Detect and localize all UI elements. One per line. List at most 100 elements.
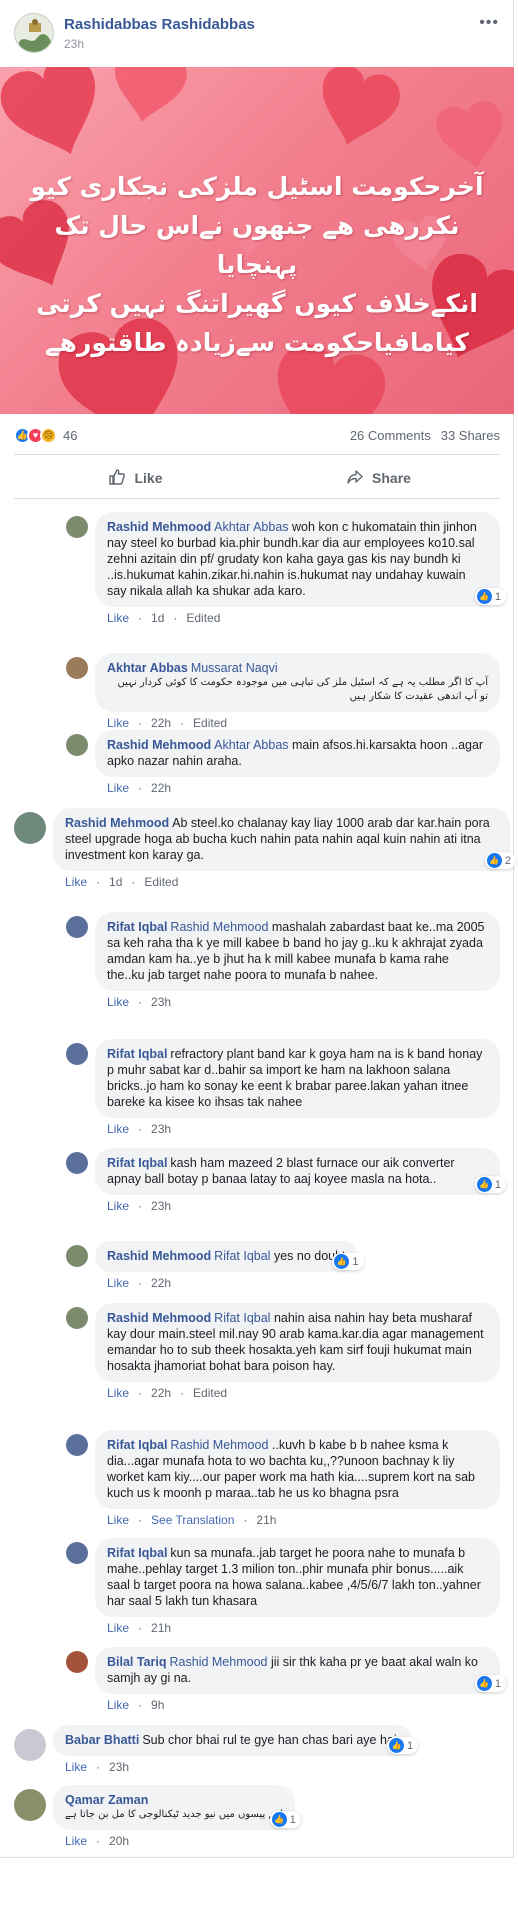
comment-like-link[interactable]: Like bbox=[65, 1760, 87, 1774]
comment-time[interactable]: 21h bbox=[151, 1621, 171, 1635]
commenter-avatar[interactable] bbox=[66, 516, 88, 538]
mentioned-user[interactable]: Mussarat Naqvi bbox=[191, 661, 278, 675]
share-button[interactable]: Share bbox=[257, 462, 500, 494]
comment-time[interactable]: 22h bbox=[151, 781, 171, 795]
comment-like-link[interactable]: Like bbox=[107, 781, 129, 795]
comment: Rashid Mehmood Rifat Iqbal nahin aisa nah… bbox=[66, 1303, 500, 1400]
comment-text: Sub chor bhai rul te gye han chas bari a… bbox=[142, 1733, 401, 1747]
comment-time[interactable]: 1d bbox=[151, 611, 164, 625]
like-button[interactable]: Like bbox=[14, 462, 257, 494]
comment-time[interactable]: 22h bbox=[151, 1386, 171, 1400]
commenter-name[interactable]: Rifat Iqbal bbox=[107, 1546, 167, 1560]
comment-meta: Like · 1d · Edited bbox=[65, 875, 510, 889]
comment-like-link[interactable]: Like bbox=[107, 611, 129, 625]
comment-like-link[interactable]: Like bbox=[107, 1698, 129, 1712]
like-label: Like bbox=[134, 470, 163, 486]
post-image[interactable]: آخرحکومت اسٹیل ملزکی نجکاری کیو نکررھی ھ… bbox=[0, 67, 514, 414]
mentioned-user[interactable]: Rifat Iqbal bbox=[214, 1311, 270, 1325]
edited-label[interactable]: Edited bbox=[193, 1386, 227, 1400]
comment-reaction-badge[interactable]: 👍 1 bbox=[474, 1675, 506, 1692]
comments-count[interactable]: 26 Comments bbox=[350, 428, 431, 443]
commenter-avatar[interactable] bbox=[14, 812, 46, 844]
shares-count[interactable]: 33 Shares bbox=[441, 428, 500, 443]
see-translation-link[interactable]: See Translation bbox=[151, 1513, 234, 1527]
comment-time[interactable]: 23h bbox=[151, 1122, 171, 1136]
mentioned-user[interactable]: Akhtar Abbas bbox=[214, 520, 288, 534]
comment-reaction-badge[interactable]: 👍 2 bbox=[484, 852, 516, 869]
commenter-avatar[interactable] bbox=[66, 916, 88, 938]
comment-time[interactable]: 20h bbox=[109, 1834, 129, 1848]
comment-body: Rifat Iqbal kun sa munafa..jab target he … bbox=[95, 1538, 500, 1635]
comment-like-link[interactable]: Like bbox=[65, 875, 87, 889]
commenter-name[interactable]: Rashid Mehmood bbox=[107, 1311, 211, 1325]
comment-reaction-badge[interactable]: 👍 1 bbox=[474, 588, 506, 605]
separator-dot: · bbox=[138, 1698, 143, 1712]
mentioned-user[interactable]: Rifat Iqbal bbox=[214, 1249, 270, 1263]
commenter-name[interactable]: Bilal Tariq bbox=[107, 1655, 167, 1669]
reaction-icons[interactable]: 👍 ♥ ☹ bbox=[14, 426, 57, 444]
comment-like-link[interactable]: Like bbox=[107, 1276, 129, 1290]
comment-like-link[interactable]: Like bbox=[107, 1122, 129, 1136]
commenter-avatar[interactable] bbox=[66, 1043, 88, 1065]
commenter-name[interactable]: Rashid Mehmood bbox=[65, 816, 169, 830]
commenter-name[interactable]: Rashid Mehmood bbox=[107, 1249, 211, 1263]
commenter-avatar[interactable] bbox=[66, 1542, 88, 1564]
reaction-count[interactable]: 46 bbox=[63, 428, 77, 443]
comment-time[interactable]: 22h bbox=[151, 716, 171, 730]
author-avatar[interactable] bbox=[14, 13, 54, 53]
like-reaction-icon: 👍 bbox=[389, 1738, 405, 1753]
separator-dot: · bbox=[180, 716, 185, 730]
commenter-avatar[interactable] bbox=[66, 1245, 88, 1267]
comment-like-link[interactable]: Like bbox=[65, 1834, 87, 1848]
commenter-avatar[interactable] bbox=[66, 1307, 88, 1329]
comment-time[interactable]: 23h bbox=[151, 995, 171, 1009]
separator-dot: · bbox=[138, 1386, 143, 1400]
post-author[interactable]: Rashidabbas Rashidabbas bbox=[64, 16, 255, 33]
commenter-name[interactable]: Rashid Mehmood bbox=[107, 520, 211, 534]
comment-like-link[interactable]: Like bbox=[107, 1386, 129, 1400]
commenter-avatar[interactable] bbox=[66, 657, 88, 679]
commenter-avatar[interactable] bbox=[66, 1434, 88, 1456]
commenter-name[interactable]: Babar Bhatti bbox=[65, 1733, 139, 1747]
mentioned-user[interactable]: Rashid Mehmood bbox=[170, 1438, 268, 1452]
comment-reaction-badge[interactable]: 👍 1 bbox=[332, 1253, 364, 1270]
comment-reaction-badge[interactable]: 👍 1 bbox=[269, 1811, 301, 1828]
comment-body: Rashid Mehmood Akhtar Abbas woh kon c huk… bbox=[95, 512, 506, 625]
comment-time[interactable]: 21h bbox=[256, 1513, 276, 1527]
comment-like-link[interactable]: Like bbox=[107, 995, 129, 1009]
edited-label[interactable]: Edited bbox=[144, 875, 178, 889]
commenter-name[interactable]: Rifat Iqbal bbox=[107, 1438, 167, 1452]
commenter-name[interactable]: Akhtar Abbas bbox=[107, 661, 188, 675]
commenter-name[interactable]: Qamar Zaman bbox=[65, 1793, 148, 1807]
commenter-avatar[interactable] bbox=[66, 734, 88, 756]
more-options-icon[interactable]: ••• bbox=[479, 14, 499, 32]
comment-time[interactable]: 1d bbox=[109, 875, 122, 889]
commenter-avatar[interactable] bbox=[66, 1651, 88, 1673]
comment-like-link[interactable]: Like bbox=[107, 1199, 129, 1213]
commenter-avatar[interactable] bbox=[14, 1789, 46, 1821]
commenter-avatar[interactable] bbox=[14, 1729, 46, 1761]
post-time[interactable]: 23h bbox=[64, 37, 255, 51]
comment-meta: Like · 22h bbox=[107, 781, 500, 795]
comment-reaction-badge[interactable]: 👍 1 bbox=[387, 1737, 419, 1754]
commenter-name[interactable]: Rashid Mehmood bbox=[107, 738, 211, 752]
comment-time[interactable]: 9h bbox=[151, 1698, 164, 1712]
comment-reaction-badge[interactable]: 👍 1 bbox=[474, 1176, 506, 1193]
mentioned-user[interactable]: Rashid Mehmood bbox=[170, 920, 268, 934]
like-reaction-icon: 👍 bbox=[486, 853, 502, 868]
comment-time[interactable]: 23h bbox=[151, 1199, 171, 1213]
comment-like-link[interactable]: Like bbox=[107, 1513, 129, 1527]
edited-label[interactable]: Edited bbox=[186, 611, 220, 625]
comment-like-link[interactable]: Like bbox=[107, 1621, 129, 1635]
comment-like-link[interactable]: Like bbox=[107, 716, 129, 730]
commenter-avatar[interactable] bbox=[66, 1152, 88, 1174]
mentioned-user[interactable]: Akhtar Abbas bbox=[214, 738, 288, 752]
commenter-name[interactable]: Rifat Iqbal bbox=[107, 1047, 167, 1061]
edited-label[interactable]: Edited bbox=[193, 716, 227, 730]
commenter-name[interactable]: Rifat Iqbal bbox=[107, 920, 167, 934]
comment-meta: Like · 22h · Edited bbox=[107, 1386, 500, 1400]
comment-time[interactable]: 22h bbox=[151, 1276, 171, 1290]
mentioned-user[interactable]: Rashid Mehmood bbox=[170, 1655, 268, 1669]
commenter-name[interactable]: Rifat Iqbal bbox=[107, 1156, 167, 1170]
comment-time[interactable]: 23h bbox=[109, 1760, 129, 1774]
